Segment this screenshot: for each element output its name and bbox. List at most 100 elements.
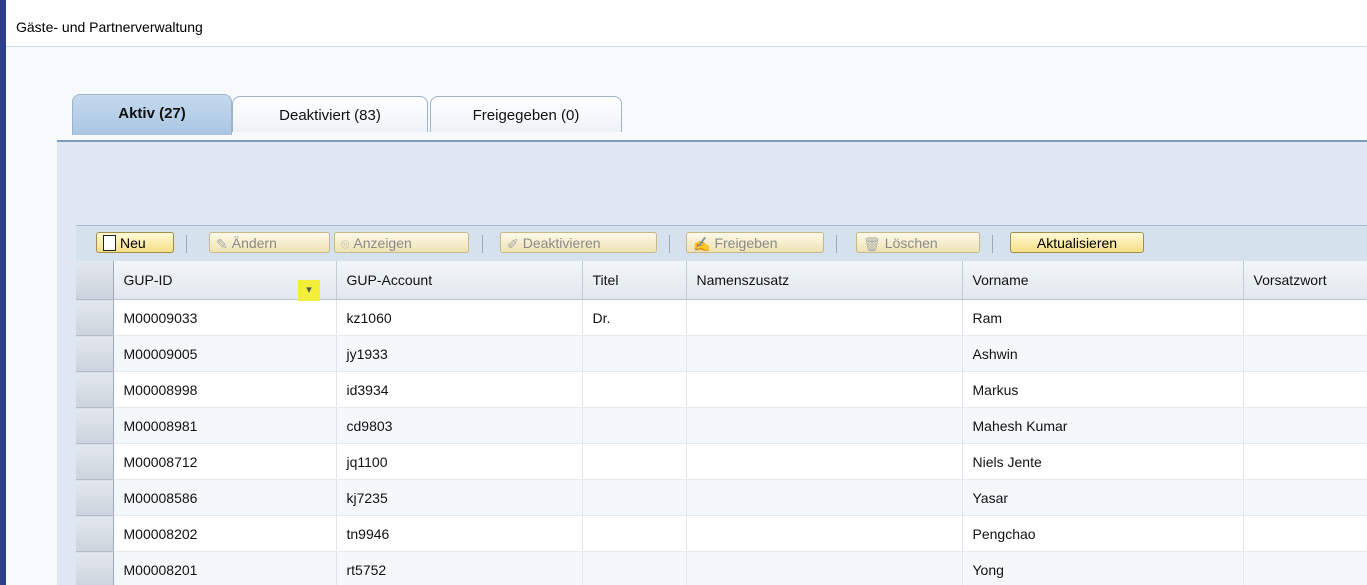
freigeben-label: Freigeben <box>714 235 778 251</box>
cell-gup-account: id3934 <box>336 371 583 408</box>
table-row[interactable]: M00008586 kj7235 Yasar <box>76 479 1367 516</box>
tab-deaktiviert[interactable]: Deaktiviert (83) <box>232 96 428 132</box>
cell-gup-id: M00008586 <box>113 479 337 516</box>
cell-vorsatzwort <box>1243 443 1367 480</box>
column-header-vorname[interactable]: Vorname <box>962 261 1244 300</box>
column-header-namenszusatz[interactable]: Namenszusatz <box>686 261 963 300</box>
aendern-button[interactable]: ✎ Ändern <box>209 232 330 253</box>
deaktivieren-label: Deaktivieren <box>522 235 601 251</box>
cell-namenszusatz <box>686 515 963 552</box>
glasses-icon: ⌾ <box>341 235 350 252</box>
window-left-edge <box>0 0 6 585</box>
cell-gup-account: jy1933 <box>336 335 583 372</box>
cell-gup-account: kj7235 <box>336 479 583 516</box>
trash-icon: 🗑 <box>863 235 881 252</box>
cell-vorsatzwort <box>1243 407 1367 444</box>
loeschen-button[interactable]: 🗑 Löschen <box>856 232 980 253</box>
cell-namenszusatz <box>686 299 963 336</box>
cell-namenszusatz <box>686 479 963 516</box>
table-row[interactable]: M00008202 tn9946 Pengchao <box>76 515 1367 552</box>
cell-titel <box>582 335 687 372</box>
cell-vorname: Markus <box>962 371 1244 408</box>
cell-vorsatzwort <box>1243 515 1367 552</box>
cell-titel <box>582 551 687 585</box>
anzeigen-label: Anzeigen <box>353 235 412 251</box>
gup-management-window: Gäste- und Partnerverwaltung Aktiv (27) … <box>0 0 1367 585</box>
cell-namenszusatz <box>686 371 963 408</box>
cell-gup-account: kz1060 <box>336 299 583 336</box>
toolbar-separator <box>482 235 483 253</box>
filter-icon[interactable]: ▾ <box>298 280 320 301</box>
cell-gup-id: M00008202 <box>113 515 337 552</box>
cell-gup-id: M00008201 <box>113 551 337 585</box>
cell-vorname: Niels Jente <box>962 443 1244 480</box>
cell-gup-account: rt5752 <box>336 551 583 585</box>
table-row[interactable]: M00009033 kz1060 Dr. Ram <box>76 299 1367 336</box>
row-selector[interactable] <box>76 443 114 480</box>
row-selector[interactable] <box>76 371 114 408</box>
column-header-vorsatzwort[interactable]: Vorsatzwort <box>1243 261 1367 300</box>
new-document-icon <box>103 234 116 251</box>
cell-gup-id: M00009005 <box>113 335 337 372</box>
cell-namenszusatz <box>686 551 963 585</box>
cell-namenszusatz <box>686 407 963 444</box>
cell-gup-account: tn9946 <box>336 515 583 552</box>
column-header-titel[interactable]: Titel <box>582 261 687 300</box>
cell-gup-id: M00008712 <box>113 443 337 480</box>
aktualisieren-label: Aktualisieren <box>1036 235 1118 251</box>
aendern-label: Ändern <box>231 235 277 251</box>
row-selector[interactable] <box>76 407 114 444</box>
freigeben-button[interactable]: ✍ Freigeben <box>686 232 824 253</box>
toolbar-separator <box>992 235 993 253</box>
row-selector[interactable] <box>76 479 114 516</box>
aktualisieren-button[interactable]: Aktualisieren <box>1010 232 1144 253</box>
cell-vorname: Pengchao <box>962 515 1244 552</box>
cell-vorname: Ram <box>962 299 1244 336</box>
cell-vorsatzwort <box>1243 371 1367 408</box>
deaktivieren-button[interactable]: ✐ Deaktivieren <box>500 232 657 253</box>
table-row[interactable]: M00008201 rt5752 Yong <box>76 551 1367 585</box>
window-title: Gäste- und Partnerverwaltung <box>16 19 203 35</box>
cell-gup-account: jq1100 <box>336 443 583 480</box>
cell-titel <box>582 443 687 480</box>
cell-vorname: Yong <box>962 551 1244 585</box>
select-all-cell[interactable] <box>76 261 114 300</box>
deactivate-icon: ✐ <box>507 235 519 252</box>
cell-vorsatzwort <box>1243 335 1367 372</box>
cell-titel <box>582 371 687 408</box>
cell-gup-id: M00008998 <box>113 371 337 408</box>
row-selector[interactable] <box>76 515 114 552</box>
table-row[interactable]: M00008998 id3934 Markus <box>76 371 1367 408</box>
column-header-gup-account[interactable]: GUP-Account <box>336 261 583 300</box>
release-icon: ✍ <box>693 235 711 252</box>
anzeigen-button[interactable]: ⌾ Anzeigen <box>334 232 469 253</box>
cell-vorsatzwort <box>1243 299 1367 336</box>
title-bar: Gäste- und Partnerverwaltung <box>6 0 1367 47</box>
cell-titel <box>582 407 687 444</box>
gup-table: ▾ GUP-ID GUP-Account Titel Namenszusatz … <box>76 261 1367 585</box>
row-selector[interactable] <box>76 335 114 372</box>
cell-namenszusatz <box>686 443 963 480</box>
table-toolbar: Neu ✎ Ändern ⌾ Anzeigen ✐ Deaktivieren ✍ Fre… <box>76 225 1367 262</box>
neu-label: Neu <box>120 235 146 251</box>
row-selector[interactable] <box>76 551 114 585</box>
loeschen-label: Löschen <box>884 235 938 251</box>
cell-vorsatzwort <box>1243 479 1367 516</box>
cell-vorname: Ashwin <box>962 335 1244 372</box>
cell-vorsatzwort <box>1243 551 1367 585</box>
toolbar-separator <box>186 235 187 253</box>
pencil-icon: ✎ <box>216 235 228 252</box>
cell-titel <box>582 515 687 552</box>
row-selector[interactable] <box>76 299 114 336</box>
tab-freigegeben[interactable]: Freigegeben (0) <box>430 96 622 132</box>
cell-vorname: Yasar <box>962 479 1244 516</box>
toolbar-separator <box>836 235 837 253</box>
cell-vorname: Mahesh Kumar <box>962 407 1244 444</box>
table-row[interactable]: M00009005 jy1933 Ashwin <box>76 335 1367 372</box>
cell-namenszusatz <box>686 335 963 372</box>
tab-aktiv[interactable]: Aktiv (27) <box>72 94 232 135</box>
table-row[interactable]: M00008712 jq1100 Niels Jente <box>76 443 1367 480</box>
table-row[interactable]: M00008981 cd9803 Mahesh Kumar <box>76 407 1367 444</box>
neu-button[interactable]: Neu <box>96 232 174 253</box>
cell-titel <box>582 479 687 516</box>
